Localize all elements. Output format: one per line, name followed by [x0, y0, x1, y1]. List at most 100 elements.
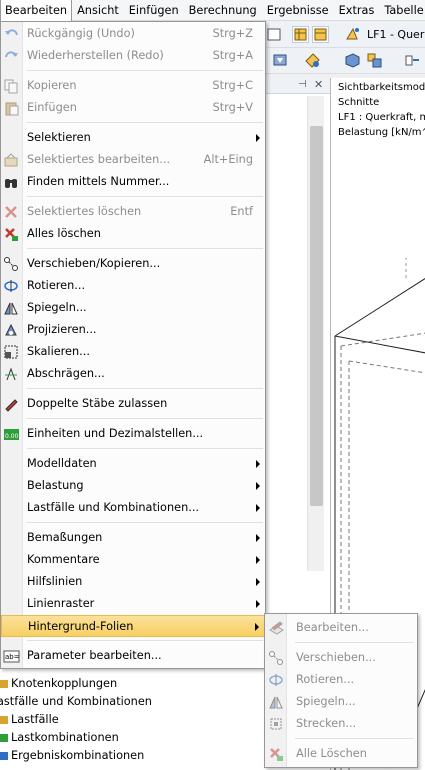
submenu-arrow-icon [256, 134, 260, 142]
menubar-item-3[interactable]: Berechnung [184, 0, 262, 21]
redo-icon [3, 48, 20, 64]
table-view-icon[interactable] [292, 26, 309, 43]
menu-item-label: Rotieren... [27, 279, 86, 292]
copy-icon [3, 78, 20, 94]
menu-item-label: Spiegeln... [27, 301, 87, 314]
tree-item[interactable]: astfälle und Kombinationen [0, 693, 152, 711]
submenu-item[interactable]: Strecken... [265, 713, 417, 735]
menu-item-shortcut: Strg+Z [212, 27, 253, 40]
tree-item[interactable]: Lastkombinationen [0, 729, 119, 747]
menu-separator [27, 522, 263, 523]
view-select-icon[interactable] [272, 52, 289, 69]
mirror-icon [3, 300, 20, 316]
menu-separator [27, 640, 263, 641]
menu-item[interactable]: Alles löschen [1, 223, 265, 245]
submenu-arrow-icon [256, 482, 260, 490]
menu-item[interactable]: 0.00 Einheiten und Dezimalstellen... [1, 423, 265, 445]
toolbar-top: LF1 - Querk [264, 22, 425, 48]
window-icon[interactable] [266, 26, 283, 43]
folder-icon [0, 680, 8, 688]
menu-item[interactable]: ab= Parameter bearbeiten... [1, 645, 265, 667]
menu-item[interactable]: Rückgängig (Undo) Strg+Z [1, 23, 265, 45]
navigator-scrollbar[interactable] [307, 96, 324, 571]
menu-item[interactable]: Verschieben/Kopieren... [1, 253, 265, 275]
menu-item[interactable]: Finden mittels Nummer... [1, 171, 265, 193]
submenu-item[interactable]: Verschieben... [265, 647, 417, 669]
submenu-arrow-icon [256, 600, 260, 608]
menu-item[interactable]: Selektiertes löschen Entf [1, 201, 265, 223]
menu-item-label: Parameter bearbeiten... [27, 649, 162, 662]
menu-item[interactable]: Selektiertes bearbeiten... Alt+Eing [1, 149, 265, 171]
navigator-icon[interactable] [404, 52, 421, 69]
menu-item-label: Skalieren... [27, 345, 90, 358]
delete-all-icon [268, 746, 285, 762]
menubar-item-4[interactable]: Ergebnisse [262, 0, 334, 21]
rotate-icon [268, 672, 285, 688]
menu-item-label: Hintergrund-Folien [28, 620, 134, 633]
loadcase-selector[interactable]: LF1 - Querk [367, 22, 425, 48]
menu-item[interactable]: Bemaßungen [1, 527, 265, 549]
menu-item[interactable]: Rotieren... [1, 275, 265, 297]
pin-icon[interactable]: ⊣ [298, 79, 307, 90]
menu-item[interactable]: Einfügen Strg+V [1, 97, 265, 119]
move-icon [3, 256, 20, 272]
menu-bar: Bearbeiten Ansicht Einfügen Berechnung Ergeb… [0, 0, 425, 21]
menubar-item-2[interactable]: Einfügen [124, 0, 184, 21]
menu-item[interactable]: Hintergrund-Folien [1, 615, 265, 637]
filter-icon[interactable] [366, 52, 383, 69]
menu-item[interactable]: Modelldaten [1, 453, 265, 475]
menu-item-label: Linienraster [27, 597, 95, 610]
stretch-icon [268, 716, 285, 732]
menu-item-shortcut: Entf [230, 205, 253, 218]
menu-separator [27, 196, 263, 197]
menu-item-label: Doppelte Stäbe zulassen [27, 397, 168, 410]
menu-item[interactable]: Kopieren Strg+C [1, 75, 265, 97]
menu-item[interactable]: Abschrägen... [1, 363, 265, 385]
menu-item[interactable]: Lastfälle und Kombinationen... [1, 497, 265, 519]
submenu-separator [295, 642, 413, 643]
submenu-item[interactable]: Spiegeln... [265, 691, 417, 713]
close-icon[interactable]: ✕ [314, 78, 323, 91]
edit-menu: Rückgängig (Undo) Strg+Z Wiederherstellen … [0, 21, 266, 669]
menubar-item-0[interactable]: Bearbeiten [0, 0, 73, 21]
pencil-icon [3, 396, 20, 412]
menu-item-label: Selektiertes bearbeiten... [27, 153, 171, 166]
submenu-item[interactable]: Bearbeiten... [265, 617, 417, 639]
menu-item[interactable]: Skalieren... [1, 341, 265, 363]
menu-item-label: Abschrägen... [27, 367, 105, 380]
submenu-separator [295, 738, 413, 739]
menu-item[interactable]: Belastung [1, 475, 265, 497]
menubar-item-6[interactable]: Tabelle [379, 0, 425, 21]
menu-item[interactable]: Projizieren... [1, 319, 265, 341]
menu-item[interactable]: Kommentare [1, 549, 265, 571]
tree-item-label: Lastfälle [11, 713, 59, 726]
tree-item[interactable]: Knotenkopplungen [0, 675, 117, 693]
menu-separator [27, 418, 263, 419]
shear-icon [3, 366, 20, 382]
menu-item[interactable]: Spiegeln... [1, 297, 265, 319]
menu-item[interactable]: Wiederherstellen (Redo) Strg+A [1, 45, 265, 67]
tree-item[interactable]: Ergebniskombinationen [0, 747, 144, 765]
menu-item[interactable]: Hilfslinien [1, 571, 265, 593]
delete-all-icon [3, 226, 20, 242]
tree-item-label: Ergebniskombinationen [11, 749, 145, 762]
submenu-item[interactable]: Alle Löschen [265, 743, 417, 765]
table-columns-icon[interactable] [312, 26, 329, 43]
render-icon[interactable] [344, 52, 361, 69]
menu-item-label: Finden mittels Nummer... [27, 175, 170, 188]
menu-item[interactable]: Doppelte Stäbe zulassen [1, 393, 265, 415]
submenu-item[interactable]: Rotieren... [265, 669, 417, 691]
menu-item-label: Kopieren [27, 79, 77, 92]
menu-item-label: Einheiten und Dezimalstellen... [27, 427, 204, 440]
menu-item-shortcut: Alt+Eing [203, 153, 253, 166]
toolbar-second [264, 48, 425, 74]
display-options-icon[interactable] [304, 52, 321, 69]
menu-item[interactable]: Selektieren [1, 127, 265, 149]
loadcase-icon[interactable] [344, 26, 361, 43]
tree-item[interactable]: Lastfälle [0, 711, 59, 729]
menubar-item-5[interactable]: Extras [334, 0, 380, 21]
menu-item[interactable]: Linienraster [1, 593, 265, 615]
scrollbar-thumb[interactable] [310, 126, 323, 506]
menubar-item-1[interactable]: Ansicht [72, 0, 124, 21]
submenu-arrow-icon [256, 534, 260, 542]
